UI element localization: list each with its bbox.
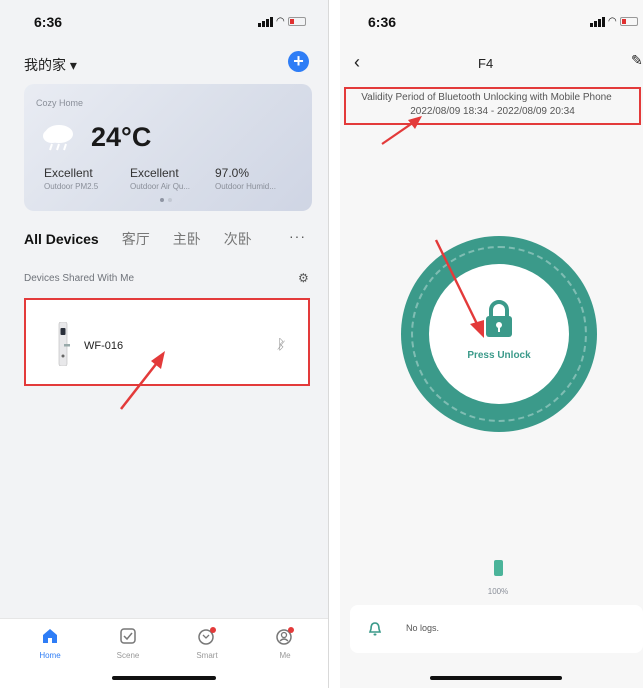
home-icon [20, 625, 80, 647]
back-icon[interactable]: ‹ [354, 52, 360, 73]
tabbar-me[interactable]: Me [255, 625, 315, 660]
door-lock-icon [58, 322, 70, 366]
home-selector[interactable]: 我的家 ▾ [24, 55, 77, 75]
lock-battery-icon [494, 560, 503, 576]
wifi-icon: ◠ [608, 16, 617, 27]
gear-icon[interactable]: ⚙ [298, 271, 309, 285]
bell-icon [368, 622, 382, 636]
device-name: WF-016 [84, 340, 124, 352]
bluetooth-off-icon: ᛒ̸ [277, 336, 286, 352]
signal-icon [258, 16, 273, 27]
wifi-icon: ◠ [276, 16, 285, 27]
plus-icon: + [293, 51, 304, 71]
logs-text: No logs. [406, 623, 440, 633]
profile-icon [255, 625, 315, 647]
tab-second-bedroom[interactable]: 次卧 [224, 229, 252, 249]
home-indicator [430, 676, 562, 680]
lock-screen: 6:36 ◠ ‹ F4 ✎ Validity Period of Bluetoo… [340, 0, 643, 688]
tab-living-room[interactable]: 客厅 [122, 229, 150, 249]
tab-master-bedroom[interactable]: 主卧 [173, 229, 201, 249]
tabbar-smart[interactable]: Smart [177, 625, 237, 660]
add-device-button[interactable]: + [288, 51, 309, 72]
weather-stat-air: Excellent Outdoor Air Qu... [130, 166, 190, 191]
weather-stat-pm25: Excellent Outdoor PM2.5 [44, 166, 98, 191]
tabbar-label: Smart [196, 651, 218, 660]
tabbar-home[interactable]: Home [20, 625, 80, 660]
edit-icon[interactable]: ✎ [631, 52, 643, 69]
validity-title: Validity Period of Bluetooth Unlocking w… [361, 92, 612, 103]
system-icons: ◠ [258, 16, 306, 27]
room-tabs: All Devices 客厅 主卧 次卧 [24, 229, 275, 249]
system-icons: ◠ [590, 16, 638, 27]
status-time: 6:36 [368, 14, 397, 30]
unlock-inner: Press Unlock [429, 264, 569, 404]
page-title: F4 [478, 56, 494, 71]
tabbar-scene[interactable]: Scene [98, 625, 158, 660]
press-unlock-label: Press Unlock [467, 350, 531, 361]
stat-label: Outdoor Air Qu... [130, 182, 191, 191]
shared-devices-title: Devices Shared With Me [24, 273, 135, 284]
smart-icon [177, 625, 237, 647]
stat-value: Excellent [44, 166, 93, 180]
validity-dates: 2022/08/09 18:34 - 2022/08/09 20:34 [410, 106, 575, 117]
validity-period-box: Validity Period of Bluetooth Unlocking w… [344, 87, 641, 125]
tab-all-devices[interactable]: All Devices [24, 231, 99, 247]
stat-label: Outdoor Humid... [215, 182, 276, 191]
unlock-button[interactable]: Press Unlock [401, 236, 597, 432]
lock-battery-percent: 100% [487, 587, 509, 596]
tabbar-label: Scene [116, 651, 140, 660]
status-time: 6:36 [34, 14, 63, 30]
scene-icon [98, 625, 158, 647]
weather-location: Cozy Home [36, 98, 84, 108]
stat-value: 97.0% [215, 166, 250, 180]
signal-icon [590, 16, 605, 27]
weather-stat-humidity: 97.0% Outdoor Humid... [215, 166, 276, 191]
stat-value: Excellent [130, 166, 179, 180]
padlock-icon [486, 300, 512, 337]
stat-label: Outdoor PM2.5 [44, 182, 99, 191]
weather-temperature: 24°C [91, 122, 152, 152]
tabbar-label: Home [39, 651, 61, 660]
weather-card[interactable]: Cozy Home 24°C Excellent Outdoor PM2.5 E… [24, 84, 312, 211]
logs-panel[interactable]: No logs. [350, 605, 643, 653]
home-screen: 6:36 ◠ 我的家 ▾ + Cozy Home 24°C Excellent … [0, 0, 329, 688]
device-card-wf016[interactable]: WF-016 ᛒ̸ [24, 298, 310, 386]
rain-cloud-icon [43, 125, 73, 151]
home-indicator [112, 676, 216, 680]
battery-icon [287, 17, 306, 26]
more-tabs-button[interactable]: ··· [289, 228, 306, 244]
pager-dots [160, 198, 172, 202]
tabbar-label: Me [279, 651, 291, 660]
battery-icon [619, 17, 638, 26]
